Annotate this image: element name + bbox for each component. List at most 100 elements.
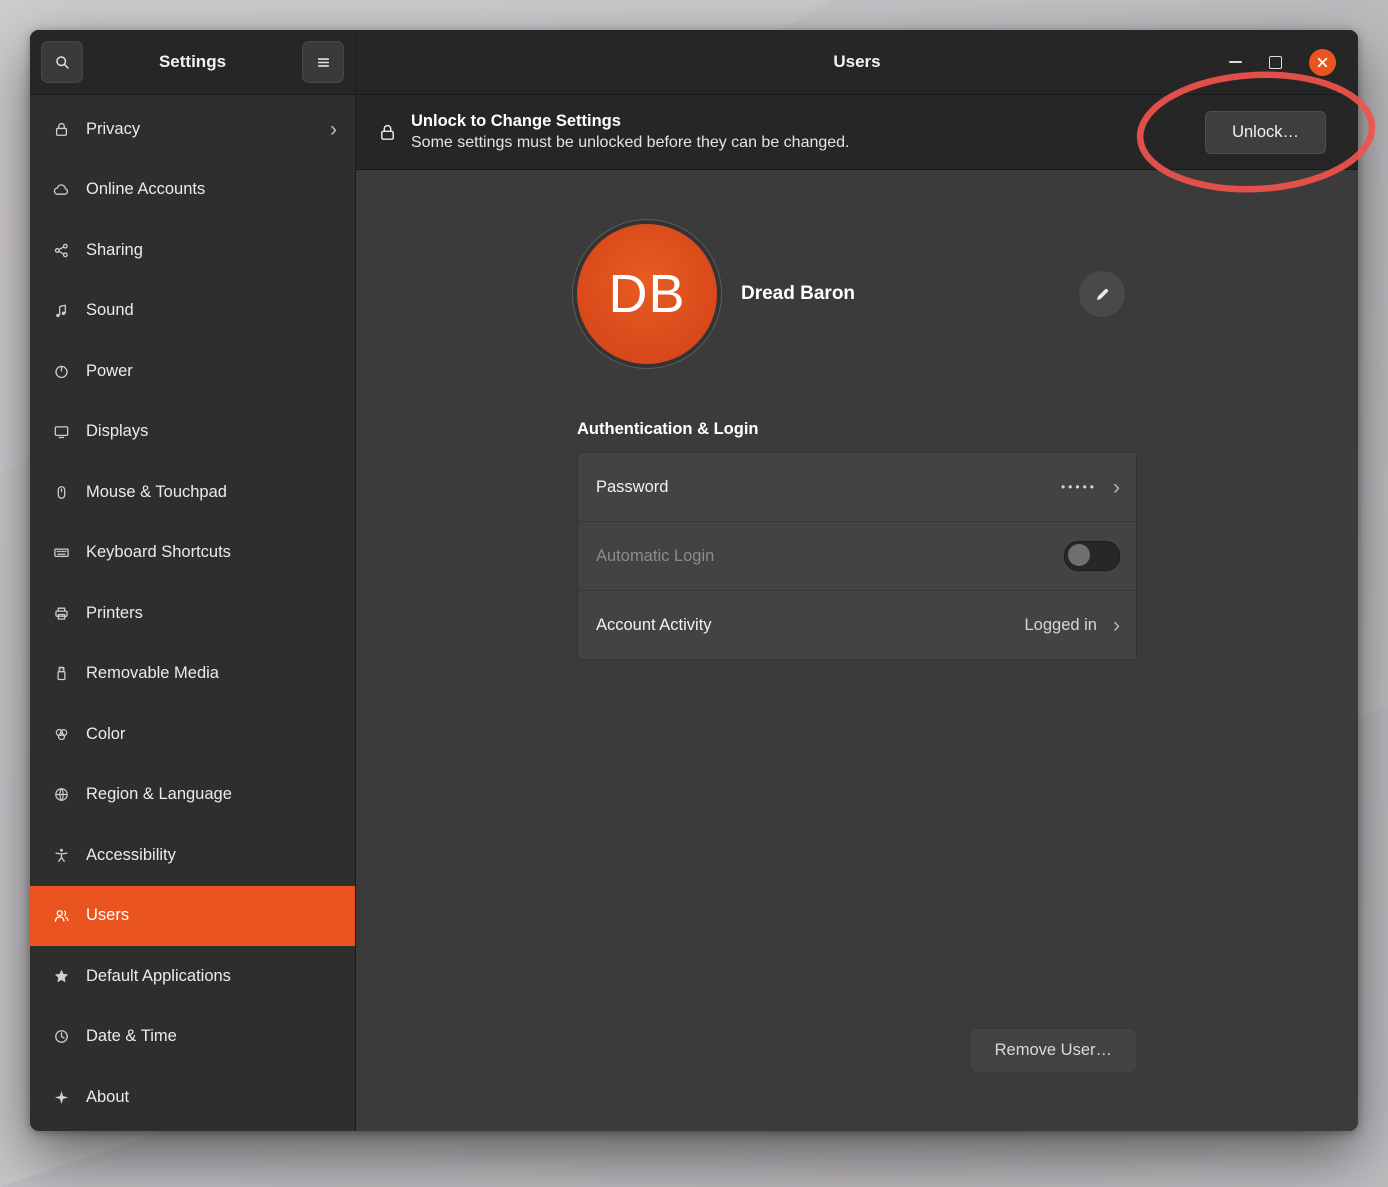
infobar-title: Unlock to Change Settings xyxy=(411,112,850,131)
color-circles-icon xyxy=(52,725,70,743)
music-note-icon xyxy=(52,302,70,320)
display-icon xyxy=(52,423,70,441)
infobar-subtitle: Some settings must be unlocked before th… xyxy=(411,134,850,152)
sidebar-item-accessibility[interactable]: Accessibility xyxy=(30,825,355,886)
usb-drive-icon xyxy=(52,665,70,683)
sidebar-item-online-accounts[interactable]: Online Accounts xyxy=(30,160,355,221)
minimize-icon xyxy=(1229,61,1242,63)
sidebar-item-color[interactable]: Color xyxy=(30,704,355,765)
chevron-right-icon: › xyxy=(1113,615,1120,636)
sidebar-item-label: Sound xyxy=(86,301,134,320)
toggle-knob xyxy=(1068,544,1090,566)
sidebar: Settings Privacy › Online Accounts xyxy=(30,30,355,1131)
chevron-right-icon: › xyxy=(330,119,337,140)
search-button[interactable] xyxy=(41,41,83,83)
avatar-initials: DB xyxy=(608,263,685,325)
unlock-infobar: Unlock to Change Settings Some settings … xyxy=(356,95,1358,170)
account-activity-value: Logged in xyxy=(1025,616,1098,635)
automatic-login-row: Automatic Login xyxy=(578,521,1136,590)
close-button[interactable] xyxy=(1309,49,1336,76)
lock-icon xyxy=(52,120,70,138)
sparkle-icon xyxy=(52,1088,70,1106)
auth-section-title: Authentication & Login xyxy=(577,420,1137,439)
power-icon xyxy=(52,362,70,380)
globe-icon xyxy=(52,786,70,804)
share-icon xyxy=(52,241,70,259)
sidebar-item-label: Date & Time xyxy=(86,1027,177,1046)
sidebar-item-date-time[interactable]: Date & Time xyxy=(30,1007,355,1068)
account-activity-row[interactable]: Account Activity Logged in › xyxy=(578,590,1136,659)
chevron-right-icon: › xyxy=(1113,477,1120,498)
user-header: DB Dread Baron xyxy=(577,224,1137,364)
sidebar-item-label: Displays xyxy=(86,422,148,441)
maximize-icon xyxy=(1269,56,1282,69)
unlock-button[interactable]: Unlock… xyxy=(1205,111,1326,154)
sidebar-item-sound[interactable]: Sound xyxy=(30,281,355,342)
sidebar-item-label: Region & Language xyxy=(86,785,232,804)
sidebar-item-keyboard-shortcuts[interactable]: Keyboard Shortcuts xyxy=(30,523,355,584)
main-pane: Users Unlock to Change Settings Some set… xyxy=(355,30,1358,1131)
minimize-button[interactable] xyxy=(1229,61,1242,63)
users-icon xyxy=(52,907,70,925)
close-icon xyxy=(1317,57,1328,68)
desktop: Settings Privacy › Online Accounts xyxy=(0,0,1388,1187)
printer-icon xyxy=(52,604,70,622)
sidebar-item-privacy[interactable]: Privacy › xyxy=(30,99,355,160)
clock-icon xyxy=(52,1028,70,1046)
sidebar-item-label: Sharing xyxy=(86,241,143,260)
remove-user-row: Remove User… xyxy=(577,1028,1137,1073)
automatic-login-toggle[interactable] xyxy=(1064,541,1120,571)
sidebar-item-about[interactable]: About xyxy=(30,1067,355,1128)
keyboard-icon xyxy=(52,544,70,562)
user-name: Dread Baron xyxy=(741,283,855,305)
menu-button[interactable] xyxy=(302,41,344,83)
users-panel: DB Dread Baron Authentication & Login Pa… xyxy=(356,170,1358,1131)
sidebar-item-removable-media[interactable]: Removable Media xyxy=(30,644,355,705)
sidebar-header: Settings xyxy=(30,30,355,95)
password-value: ••••• xyxy=(1061,480,1097,494)
password-row[interactable]: Password ••••• › xyxy=(578,453,1136,521)
sidebar-item-label: Removable Media xyxy=(86,664,219,683)
remove-user-button[interactable]: Remove User… xyxy=(970,1028,1137,1073)
account-activity-label: Account Activity xyxy=(596,616,712,635)
infobar-text: Unlock to Change Settings Some settings … xyxy=(411,112,850,152)
search-icon xyxy=(54,54,71,71)
pencil-icon xyxy=(1094,286,1111,303)
titlebar: Users xyxy=(356,30,1358,95)
sidebar-item-label: Accessibility xyxy=(86,846,176,865)
maximize-button[interactable] xyxy=(1269,56,1282,69)
auth-settings-group: Password ••••• › Automatic Login Account… xyxy=(577,452,1137,660)
sidebar-item-power[interactable]: Power xyxy=(30,341,355,402)
password-label: Password xyxy=(596,478,668,497)
sidebar-item-label: Printers xyxy=(86,604,143,623)
sidebar-item-label: Privacy xyxy=(86,120,140,139)
sidebar-item-sharing[interactable]: Sharing xyxy=(30,220,355,281)
sidebar-title: Settings xyxy=(91,52,294,72)
sidebar-item-label: About xyxy=(86,1088,129,1107)
sidebar-item-mouse-touchpad[interactable]: Mouse & Touchpad xyxy=(30,462,355,523)
lock-icon xyxy=(378,123,397,142)
sidebar-nav: Privacy › Online Accounts Sharing Sound xyxy=(30,95,355,1131)
sidebar-item-label: Power xyxy=(86,362,133,381)
sidebar-item-label: Users xyxy=(86,906,129,925)
hamburger-menu-icon xyxy=(315,54,332,71)
sidebar-item-users[interactable]: Users xyxy=(30,886,355,947)
automatic-login-label: Automatic Login xyxy=(596,547,714,566)
sidebar-item-label: Keyboard Shortcuts xyxy=(86,543,231,562)
window-controls xyxy=(1229,49,1358,76)
sidebar-item-displays[interactable]: Displays xyxy=(30,402,355,463)
avatar[interactable]: DB xyxy=(577,224,717,364)
sidebar-item-label: Default Applications xyxy=(86,967,231,986)
sidebar-item-label: Color xyxy=(86,725,125,744)
settings-window: Settings Privacy › Online Accounts xyxy=(30,30,1358,1131)
sidebar-item-label: Online Accounts xyxy=(86,180,205,199)
sidebar-item-default-applications[interactable]: Default Applications xyxy=(30,946,355,1007)
sidebar-item-region-language[interactable]: Region & Language xyxy=(30,765,355,826)
star-icon xyxy=(52,967,70,985)
cloud-icon xyxy=(52,181,70,199)
edit-name-button[interactable] xyxy=(1079,271,1125,317)
page-title: Users xyxy=(356,52,1358,72)
sidebar-item-printers[interactable]: Printers xyxy=(30,583,355,644)
mouse-icon xyxy=(52,483,70,501)
accessibility-icon xyxy=(52,846,70,864)
